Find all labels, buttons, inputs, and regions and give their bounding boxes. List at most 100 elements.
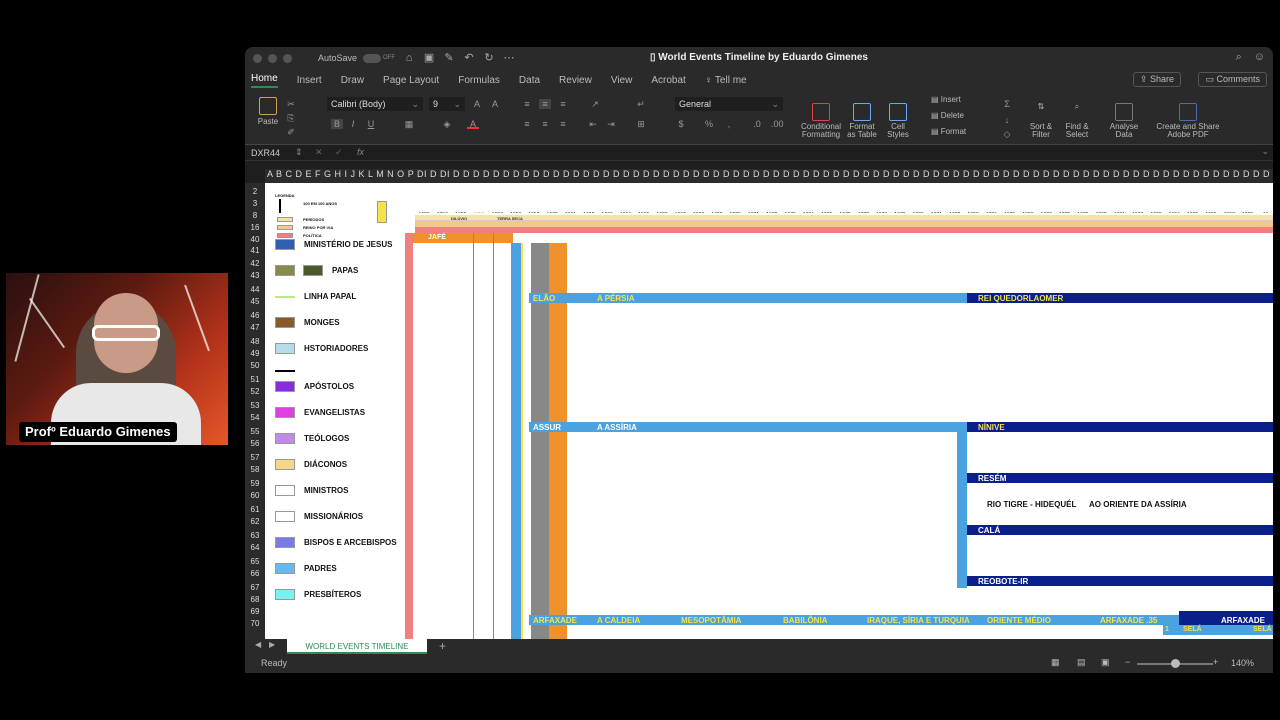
redo-icon[interactable]: ↻ xyxy=(483,52,495,64)
align-top-icon[interactable]: ≡ xyxy=(521,99,533,109)
tab-data[interactable]: Data xyxy=(519,75,540,86)
row-number[interactable]: 45 xyxy=(245,297,265,306)
row-number[interactable]: 59 xyxy=(245,479,265,488)
format-cells-button[interactable]: ▤ Format xyxy=(931,127,966,136)
row-number[interactable]: 68 xyxy=(245,595,265,604)
sort-filter-button[interactable]: ⇅ Sort & Filter xyxy=(1023,95,1059,139)
tab-draw[interactable]: Draw xyxy=(341,75,364,86)
align-bottom-icon[interactable]: ≡ xyxy=(557,99,569,109)
row-number[interactable]: 60 xyxy=(245,491,265,500)
comments-button[interactable]: ▭ Comments xyxy=(1198,72,1267,87)
row-number[interactable]: 57 xyxy=(245,453,265,462)
row-number[interactable]: 52 xyxy=(245,387,265,396)
fill-color-icon[interactable]: ◈ xyxy=(441,119,453,129)
row-number[interactable]: 44 xyxy=(245,285,265,294)
tab-home[interactable]: Home xyxy=(251,73,278,88)
worksheet-grid[interactable]: 2 3 8 16 40 41 42 43 44 45 46 47 48 49 50 51 52 53 54 55 56 5… xyxy=(245,183,1273,639)
row-number[interactable]: 3 xyxy=(245,199,265,208)
page-break-view-icon[interactable]: ▣ xyxy=(1101,657,1110,668)
row-number[interactable]: 54 xyxy=(245,413,265,422)
fill-icon[interactable]: ↓ xyxy=(1001,115,1013,125)
page-layout-view-icon[interactable]: ▤ xyxy=(1077,657,1086,668)
row-number[interactable]: 8 xyxy=(245,211,265,220)
row-number[interactable]: 51 xyxy=(245,375,265,384)
normal-view-icon[interactable]: ▦ xyxy=(1051,657,1060,668)
tell-me[interactable]: ♀ Tell me xyxy=(705,75,747,86)
row-number[interactable]: 58 xyxy=(245,465,265,474)
zoom-slider-handle[interactable] xyxy=(1171,659,1180,668)
row-number[interactable]: 42 xyxy=(245,259,265,268)
autosave-toggle[interactable] xyxy=(363,53,382,63)
row-number[interactable]: 53 xyxy=(245,401,265,410)
clear-icon[interactable]: ◇ xyxy=(1001,129,1013,139)
share-button[interactable]: ⇪ Share xyxy=(1132,72,1181,87)
row-number[interactable]: 48 xyxy=(245,337,265,346)
sheet-tab-world-events[interactable]: WORLD EVENTS TIMELINE xyxy=(287,639,427,654)
cut-icon[interactable]: ✂ xyxy=(285,99,297,109)
bold-icon[interactable]: B xyxy=(331,119,343,129)
prev-sheet-icon[interactable]: ◀ xyxy=(255,640,261,649)
row-number[interactable]: 40 xyxy=(245,235,265,244)
paste-button[interactable]: Paste xyxy=(253,97,283,126)
function-icon[interactable]: fx xyxy=(357,147,364,157)
row-number[interactable]: 67 xyxy=(245,583,265,592)
merge-center-icon[interactable]: ⊞ xyxy=(635,119,647,129)
next-sheet-icon[interactable]: ▶ xyxy=(269,640,275,649)
minimize-button[interactable] xyxy=(268,53,277,63)
name-box-stepper[interactable]: ⇕ xyxy=(295,147,303,158)
more-icon[interactable]: ⋯ xyxy=(503,52,515,64)
conditional-formatting-button[interactable]: Conditional Formatting xyxy=(799,95,843,139)
align-middle-icon[interactable]: ≡ xyxy=(539,99,551,109)
delete-cells-button[interactable]: ▤ Delete xyxy=(931,111,964,120)
find-select-button[interactable]: ⌕ Find & Select xyxy=(1059,95,1095,139)
increase-font-icon[interactable]: A xyxy=(471,99,483,109)
insert-cells-button[interactable]: ▤ Insert xyxy=(931,95,961,104)
autosum-icon[interactable]: Σ xyxy=(1001,99,1013,109)
column-headers[interactable]: A B C D E F G H I J K L M N O P DI D DI … xyxy=(265,169,1273,183)
undo-icon[interactable]: ↶ xyxy=(463,52,475,64)
expand-formula-icon[interactable]: ⌄ xyxy=(1261,146,1269,157)
increase-indent-icon[interactable]: ⇥ xyxy=(605,119,617,129)
number-format-select[interactable]: General ⌄ xyxy=(675,97,783,111)
row-number[interactable]: 50 xyxy=(245,361,265,370)
format-as-table-button[interactable]: Format as Table xyxy=(845,95,879,139)
cancel-entry-icon[interactable]: ✕ xyxy=(315,147,323,158)
zoom-in-icon[interactable]: + xyxy=(1213,657,1218,667)
row-number[interactable]: 2 xyxy=(245,187,265,196)
align-center-icon[interactable]: ≡ xyxy=(539,119,551,129)
analyse-data-button[interactable]: Analyse Data xyxy=(1107,95,1141,139)
borders-icon[interactable]: ▦ xyxy=(403,119,415,129)
underline-icon[interactable]: U xyxy=(365,119,377,129)
save-icon[interactable]: ▣ xyxy=(423,52,435,64)
row-number[interactable]: 41 xyxy=(245,246,265,255)
font-size-select[interactable]: 9 ⌄ xyxy=(429,97,465,111)
row-number[interactable]: 63 xyxy=(245,531,265,540)
tab-acrobat[interactable]: Acrobat xyxy=(651,75,685,86)
tab-page-layout[interactable]: Page Layout xyxy=(383,75,439,86)
row-number[interactable]: 49 xyxy=(245,349,265,358)
decrease-font-icon[interactable]: A xyxy=(489,99,501,109)
align-right-icon[interactable]: ≡ xyxy=(557,119,569,129)
row-number[interactable]: 46 xyxy=(245,311,265,320)
accounting-icon[interactable]: $ xyxy=(675,119,687,129)
confirm-entry-icon[interactable]: ✓ xyxy=(335,147,343,158)
emoji-icon[interactable]: ☺ xyxy=(1254,51,1265,64)
row-number[interactable]: 64 xyxy=(245,543,265,552)
tab-insert[interactable]: Insert xyxy=(297,75,322,86)
row-number[interactable]: 61 xyxy=(245,505,265,514)
row-number[interactable]: 43 xyxy=(245,271,265,280)
add-sheet-button[interactable]: + xyxy=(439,639,446,653)
font-color-icon[interactable]: A xyxy=(467,119,479,129)
copy-icon[interactable]: ⎘ xyxy=(285,113,297,123)
row-number[interactable]: 16 xyxy=(245,223,265,232)
row-number[interactable]: 62 xyxy=(245,517,265,526)
format-painter-icon[interactable]: ✐ xyxy=(285,127,297,137)
row-number[interactable]: 56 xyxy=(245,439,265,448)
decrease-decimal-icon[interactable]: .00 xyxy=(771,119,784,129)
zoom-out-icon[interactable]: − xyxy=(1125,657,1130,667)
align-left-icon[interactable]: ≡ xyxy=(521,119,533,129)
close-button[interactable] xyxy=(253,53,262,63)
search-icon[interactable]: ⌕ xyxy=(1236,51,1242,64)
zoom-button[interactable] xyxy=(283,53,292,63)
create-share-pdf-button[interactable]: Create and Share Adobe PDF xyxy=(1153,95,1223,139)
